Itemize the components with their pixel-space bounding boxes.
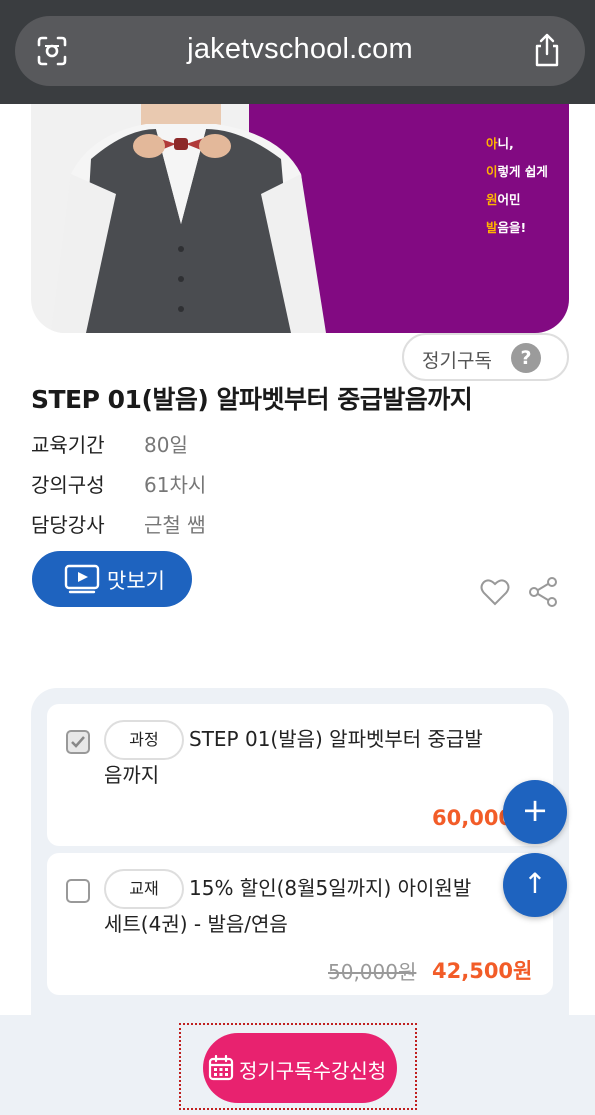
checkmark-icon: [71, 736, 85, 748]
info-value: 61차시: [144, 473, 207, 497]
slogan-line-2: 렇게 쉽게: [497, 164, 548, 179]
banner-slogan: 아니, 이렇게 쉽게 원어민 발음을!: [486, 130, 548, 242]
slogan-line-3-highlight: 원: [486, 192, 498, 207]
info-label: 담당강사: [31, 513, 105, 537]
share-icon[interactable]: [531, 32, 563, 68]
info-row-period: 교육기간 80일: [31, 429, 188, 458]
info-row-instructor: 담당강사 근철 쌤: [31, 509, 206, 538]
info-label: 교육기간: [31, 433, 105, 457]
subscription-badge[interactable]: 정기구독 ?: [402, 333, 569, 381]
info-row-lectures: 강의구성 61차시: [31, 469, 206, 498]
share-nodes-icon[interactable]: [527, 576, 559, 608]
course-banner: 아니, 이렇게 쉽게 원어민 발음을!: [31, 104, 569, 333]
instructor-photo: [51, 104, 326, 333]
slogan-line-1-highlight: 아: [486, 136, 498, 151]
product-card-course[interactable]: 과정 STEP 01(발음) 알파벳부터 중급발음까지 60,000: [47, 704, 553, 846]
apply-label: 정기구독수강신청: [239, 1059, 387, 1083]
arrow-up-icon: ↑: [523, 867, 547, 900]
info-label: 강의구성: [31, 473, 105, 497]
browser-toolbar: jaketvschool.com: [0, 0, 595, 104]
product-checkbox[interactable]: [66, 879, 90, 903]
expand-fab[interactable]: +: [503, 780, 567, 844]
url-text[interactable]: jaketvschool.com: [15, 33, 585, 66]
product-card-book[interactable]: 교재 15% 할인(8월5일까지) 아이원발 세트(4권) - 발음/연음 50…: [47, 853, 553, 995]
original-price: 50,000원: [328, 960, 417, 984]
address-bar[interactable]: jaketvschool.com: [15, 16, 585, 86]
product-price: 42,500원: [432, 959, 533, 983]
product-title: STEP 01(발음) 알파벳부터 중급발음까지: [104, 727, 483, 787]
slogan-line-2-highlight: 이: [486, 164, 498, 179]
scroll-top-fab[interactable]: ↑: [503, 853, 567, 917]
help-icon[interactable]: ?: [511, 343, 541, 373]
info-value: 근철 쌤: [144, 513, 206, 537]
product-checkbox[interactable]: [66, 730, 90, 754]
info-value: 80일: [144, 433, 188, 457]
slogan-line-3: 어민: [497, 192, 521, 207]
product-title: 15% 할인(8월5일까지) 아이원발 세트(4권) - 발음/연음: [104, 876, 472, 936]
heart-icon[interactable]: [480, 577, 510, 607]
product-price: 60,000: [432, 806, 514, 830]
slogan-line-4: 음을!: [497, 220, 527, 235]
course-title: STEP 01(발음) 알파벳부터 중급발음까지: [31, 385, 473, 414]
plus-icon: +: [521, 791, 549, 829]
preview-label: 맛보기: [107, 569, 165, 593]
bottom-action-bar: 정기구독수강신청: [0, 1015, 595, 1115]
subscription-label: 정기구독: [422, 350, 492, 372]
preview-button[interactable]: 맛보기: [32, 551, 192, 607]
subscribe-apply-button[interactable]: 정기구독수강신청: [203, 1033, 397, 1103]
video-play-icon: [64, 564, 100, 594]
slogan-line-4-highlight: 발: [486, 220, 498, 235]
slogan-line-1: 니,: [497, 136, 514, 151]
calendar-icon: [208, 1055, 234, 1081]
